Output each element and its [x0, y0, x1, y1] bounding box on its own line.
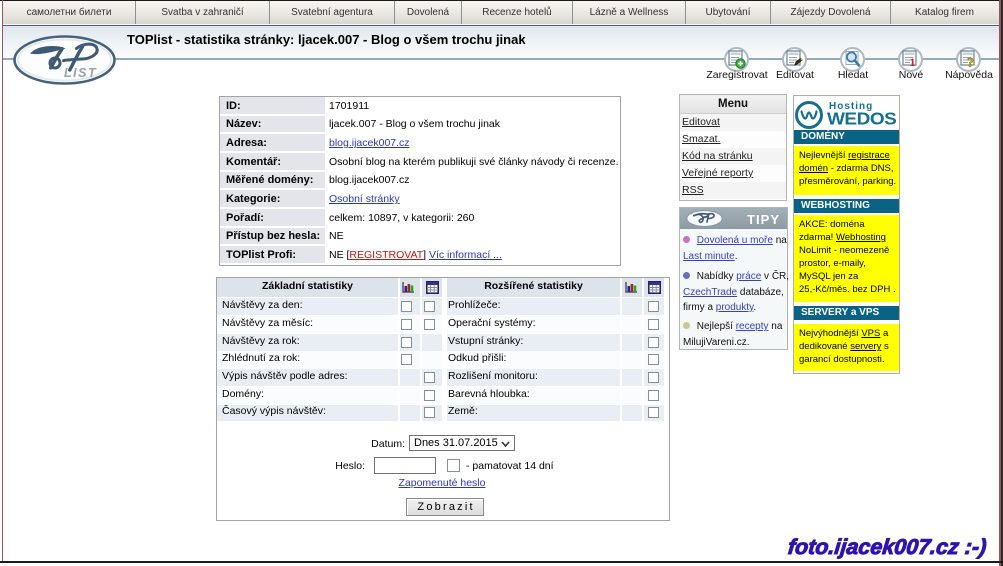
- svg-text:1: 1: [910, 55, 916, 69]
- svg-text:?: ?: [967, 56, 974, 70]
- svg-text:LIST: LIST: [64, 66, 97, 80]
